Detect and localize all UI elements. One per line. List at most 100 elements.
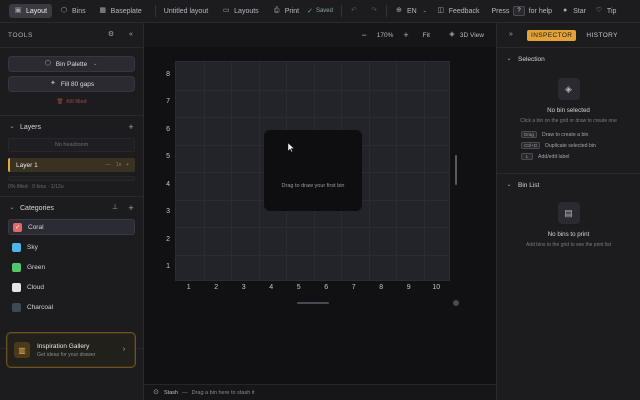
categories-header[interactable]: ⌄ Categories ⊥ + xyxy=(0,197,143,219)
document-title[interactable]: Untitled layout xyxy=(164,8,208,15)
sparkle-icon: ✦ xyxy=(49,80,56,87)
hint-label: L Add/edit label xyxy=(497,153,640,160)
selection-header[interactable]: ⌄ Selection xyxy=(497,48,640,70)
fit-button[interactable]: Fit xyxy=(423,32,430,39)
star-button[interactable]: ● Star xyxy=(561,7,586,15)
github-icon: ● xyxy=(562,7,568,14)
grid-line-horizontal xyxy=(176,227,449,228)
category-coral[interactable]: ✓ Coral xyxy=(8,219,135,235)
layer-height: 1x xyxy=(115,162,122,168)
feedback-button[interactable]: ◫ Feedback xyxy=(437,7,479,15)
bin-list-title: Bin List xyxy=(518,181,540,189)
no-bin-subtitle: Click a bin on the grid or draw to creat… xyxy=(520,118,617,124)
tip-button[interactable]: ♡ Tip xyxy=(595,7,617,15)
zoom-out-button[interactable]: − xyxy=(362,30,367,40)
divider xyxy=(340,5,342,17)
y-tick-label: 5 xyxy=(166,153,170,161)
print-button[interactable]: ⎙ Print xyxy=(273,7,299,15)
3d-view-button[interactable]: ◈ 3D View xyxy=(448,31,484,39)
category-green[interactable]: Green xyxy=(8,259,135,275)
hint-drag: Drag Draw to create a bin xyxy=(497,131,640,138)
category-cloud[interactable]: Cloud xyxy=(8,279,135,295)
layer-row[interactable]: Layer 1 — 1x + xyxy=(8,158,135,172)
color-swatch xyxy=(12,302,21,312)
canvas-area: − 170% + Fit ◈ 3D View Drag to draw your… xyxy=(144,23,496,400)
tip-label: Tip xyxy=(606,7,617,15)
plus-icon[interactable]: + xyxy=(126,162,129,168)
saved-label: Saved xyxy=(315,8,333,14)
y-tick-label: 6 xyxy=(166,125,170,133)
canvas-toolbar: − 170% + Fit ◈ 3D View xyxy=(144,23,496,47)
archive-icon: ⊙ xyxy=(153,388,159,396)
tab-inspector[interactable]: INSPECTOR xyxy=(527,29,577,41)
chevron-down-icon: ⌄ xyxy=(9,124,15,130)
document-icon: ▤ xyxy=(557,202,580,224)
category-label: Green xyxy=(27,263,46,271)
tab-baseplate[interactable]: ▦ Baseplate xyxy=(94,4,147,18)
category-charcoal[interactable]: Charcoal xyxy=(8,299,135,315)
kill-filled-button[interactable]: 🗑 Kill filled xyxy=(0,95,143,109)
gallery-subtitle: Get ideas for your drawer xyxy=(37,351,96,358)
top-bar: ▣ Layout ⬡ Bins ▦ Baseplate Untitled lay… xyxy=(0,0,640,23)
layer-placeholder xyxy=(8,176,135,181)
scroll-corner xyxy=(453,300,459,306)
tools-title: TOOLS xyxy=(8,31,33,39)
chevron-down-icon: ⌄ xyxy=(93,61,98,67)
layouts-button[interactable]: ▭ Layouts xyxy=(222,7,259,15)
help-label: for help xyxy=(528,7,553,15)
fill-gaps-button[interactable]: ✦ Fill 80 gaps xyxy=(8,76,135,92)
stash-bar[interactable]: ⊙ Stash — Drag a bin here to stash it xyxy=(144,384,496,400)
add-layer-icon[interactable]: + xyxy=(127,123,135,132)
gallery-title: Inspiration Gallery xyxy=(37,342,90,350)
collapse-left-icon[interactable]: « xyxy=(127,31,135,39)
help-key: ? xyxy=(513,6,525,16)
pin-icon[interactable]: ⊥ xyxy=(111,204,119,212)
gallery-icon: ▥ xyxy=(14,342,30,358)
bin-list-header[interactable]: ⌄ Bin List xyxy=(497,174,640,196)
layouts-label: Layouts xyxy=(234,7,259,15)
chevron-right-icon: › xyxy=(122,346,126,353)
grid-line-vertical xyxy=(396,62,397,280)
collapse-right-icon[interactable]: » xyxy=(507,31,515,39)
print-label: Print xyxy=(284,7,300,15)
grid-icon: ▦ xyxy=(99,7,106,14)
language-select[interactable]: ⊕ EN ⌄ xyxy=(395,7,429,15)
check-icon: ✓ xyxy=(13,222,22,232)
add-category-icon[interactable]: + xyxy=(127,204,135,213)
x-tick-label: 9 xyxy=(406,284,411,291)
headroom-row: No headroom xyxy=(8,138,135,152)
fill-gaps-label: Fill 80 gaps xyxy=(60,80,95,88)
category-label: Charcoal xyxy=(27,303,54,311)
x-tick-label: 8 xyxy=(379,284,384,291)
grid-line-horizontal xyxy=(176,254,449,256)
gear-icon[interactable]: ⚙ xyxy=(107,31,115,39)
tab-layout[interactable]: ▣ Layout xyxy=(9,4,53,18)
hint-text: Duplicate selected bin xyxy=(545,142,596,149)
hint-key: Drag xyxy=(521,131,537,138)
tab-history[interactable]: HISTORY xyxy=(582,30,621,41)
zoom-in-button[interactable]: + xyxy=(403,30,408,40)
chevron-down-icon: ⌄ xyxy=(422,8,427,14)
inspector-panel: » INSPECTOR HISTORY ⌄ Selection ◈ No bin… xyxy=(496,23,640,400)
inspiration-gallery-card[interactable]: ▥ Inspiration Gallery Get ideas for your… xyxy=(6,332,136,368)
vertical-scrollbar[interactable] xyxy=(455,155,457,185)
category-sky[interactable]: Sky xyxy=(8,239,135,255)
layers-header[interactable]: ⌄ Layers + xyxy=(0,116,143,138)
hint-text: Draw to create a bin xyxy=(541,131,589,138)
printer-icon: ⎙ xyxy=(273,7,280,14)
kill-filled-label: Kill filled xyxy=(66,99,87,105)
horizontal-scrollbar[interactable] xyxy=(297,302,329,304)
undo-icon[interactable]: ↶ xyxy=(350,7,358,15)
chevron-down-icon: ⌄ xyxy=(506,56,512,62)
zoom-level: 170% xyxy=(376,31,394,39)
bin-palette-label: Bin Palette xyxy=(55,60,88,68)
minus-icon[interactable]: — xyxy=(106,162,111,168)
bin-palette-button[interactable]: ⬡ Bin Palette ⌄ xyxy=(8,56,135,72)
saved-status: ✓ Saved xyxy=(307,7,333,15)
grid-line-vertical xyxy=(368,62,370,280)
stash-hint: Drag a bin here to stash it xyxy=(191,389,255,396)
check-icon: ✓ xyxy=(307,8,313,15)
redo-icon[interactable]: ↷ xyxy=(370,7,378,15)
tab-bins[interactable]: ⬡ Bins xyxy=(55,4,91,18)
chat-icon: ◫ xyxy=(437,7,445,14)
